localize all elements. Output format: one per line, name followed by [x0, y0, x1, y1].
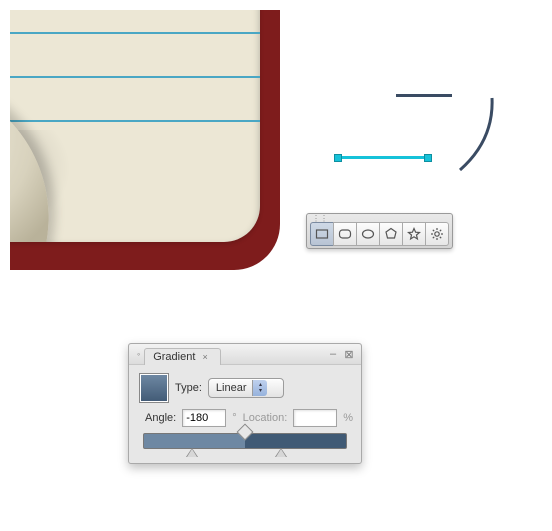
gradient-stop-right[interactable]: [275, 448, 287, 457]
gradient-swatch[interactable]: [139, 373, 169, 403]
gradient-type-value: Linear: [216, 382, 247, 394]
flare-tool-button[interactable]: [425, 222, 449, 246]
rounded-rectangle-tool-button[interactable]: [333, 222, 357, 246]
page-rule-line: [10, 120, 260, 122]
anchor-handle[interactable]: [424, 154, 432, 162]
gradient-stop-left[interactable]: [186, 448, 198, 457]
ellipse-icon: [361, 227, 375, 241]
rounded-rectangle-icon: [338, 227, 352, 241]
star-tool-button[interactable]: [402, 222, 426, 246]
page-rule-line: [10, 32, 260, 34]
canvas-curve-segment[interactable]: [456, 96, 496, 174]
rectangle-icon: [315, 227, 329, 241]
gradient-slider[interactable]: [143, 433, 347, 449]
angle-label: Angle:: [145, 412, 176, 424]
gradient-panel: ◦ Gradient × – ⊠ Type: Linear ▴▾ Angle: …: [128, 343, 362, 464]
location-input[interactable]: [293, 409, 337, 427]
selected-line-segment[interactable]: [338, 156, 428, 159]
polygon-tool-button[interactable]: [379, 222, 403, 246]
location-label: Location:: [243, 412, 288, 424]
angle-input[interactable]: [182, 409, 226, 427]
artwork-preview: [10, 10, 280, 300]
star-icon: [407, 227, 421, 241]
panel-menu-icon[interactable]: ×: [198, 352, 211, 362]
panel-title: Gradient: [153, 351, 195, 363]
shape-tool-toolbar: ⋮⋮: [306, 213, 453, 249]
panel-tab-handle-icon[interactable]: ◦: [133, 349, 144, 359]
canvas-stroke-segment[interactable]: [396, 94, 452, 97]
select-stepper-icon: ▴▾: [252, 380, 267, 396]
flare-icon: [430, 227, 444, 241]
panel-tab-gradient[interactable]: Gradient ×: [144, 348, 221, 365]
panel-close-button[interactable]: ⊠: [341, 348, 357, 361]
notebook-page: [10, 10, 260, 242]
type-label: Type:: [175, 382, 202, 394]
angle-degree-icon: °: [232, 412, 236, 424]
ellipse-tool-button[interactable]: [356, 222, 380, 246]
panel-minimize-button[interactable]: –: [325, 348, 341, 360]
rectangle-tool-button[interactable]: [310, 222, 334, 246]
page-rule-line: [10, 76, 260, 78]
panel-titlebar[interactable]: ◦ Gradient × – ⊠: [129, 344, 361, 365]
gradient-type-select[interactable]: Linear ▴▾: [208, 378, 284, 398]
location-unit: %: [343, 412, 353, 424]
polygon-icon: [384, 227, 398, 241]
anchor-handle[interactable]: [334, 154, 342, 162]
